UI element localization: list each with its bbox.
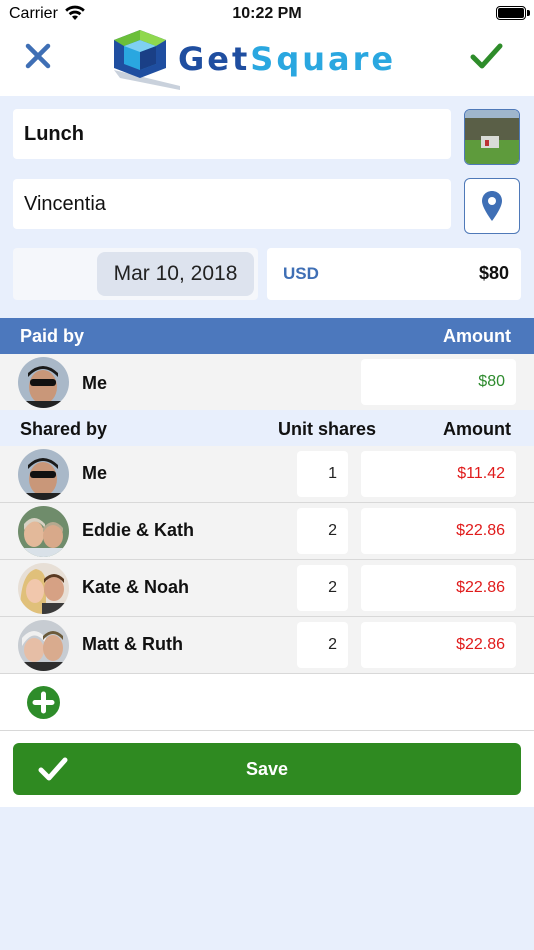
person-name: Eddie & Kath bbox=[82, 520, 195, 540]
unit-shares-field[interactable]: 2 bbox=[297, 508, 348, 554]
avatar bbox=[18, 506, 69, 557]
total-amount-field[interactable]: USD $80 bbox=[267, 248, 521, 300]
save-area: Save bbox=[0, 731, 534, 807]
person-name: Kate & Noah bbox=[82, 577, 190, 597]
unit-shares-field[interactable]: 1 bbox=[297, 451, 348, 497]
payer-row[interactable]: Me $80 bbox=[0, 354, 534, 410]
nav-bar: GetSquare bbox=[0, 28, 534, 96]
shared-list: Me 1 $11.42 Eddie & Kath 2 $22.86 Kate &… bbox=[0, 446, 534, 674]
paid-amount-header: Amount bbox=[443, 326, 511, 346]
battery-icon bbox=[496, 6, 526, 20]
payer-name: Me bbox=[82, 373, 108, 393]
share-amount-field[interactable]: $22.86 bbox=[361, 622, 516, 668]
expense-title-field[interactable]: Lunch bbox=[13, 109, 451, 159]
date-picker[interactable]: Mar 10, 2018 bbox=[13, 248, 258, 300]
list-item[interactable]: Me 1 $11.42 bbox=[0, 446, 534, 503]
avatar bbox=[18, 563, 69, 614]
close-icon[interactable] bbox=[20, 38, 56, 74]
shared-amount-header: Amount bbox=[443, 419, 511, 439]
location-button[interactable] bbox=[464, 178, 520, 234]
share-amount-field[interactable]: $11.42 bbox=[361, 451, 516, 497]
add-participant-row bbox=[0, 674, 534, 731]
clock: 10:22 PM bbox=[232, 5, 302, 22]
total-amount[interactable]: $80 bbox=[479, 263, 509, 284]
paid-by-header: Paid by Amount bbox=[0, 318, 534, 354]
unit-shares-field[interactable]: 2 bbox=[297, 622, 348, 668]
avatar bbox=[18, 620, 69, 671]
avatar bbox=[18, 449, 69, 500]
expense-form: Lunch Vincentia Mar 10, 2018 USD $80 bbox=[0, 96, 534, 318]
person-name: Me bbox=[82, 463, 108, 483]
paid-by-label: Paid by bbox=[20, 326, 85, 346]
person-name: Matt & Ruth bbox=[82, 634, 183, 654]
plus-icon bbox=[32, 691, 55, 714]
date-value[interactable]: Mar 10, 2018 bbox=[97, 252, 254, 296]
photo-image bbox=[465, 110, 519, 164]
avatar bbox=[18, 357, 69, 408]
status-bar: Carrier 10:22 PM bbox=[0, 0, 534, 28]
shared-by-header: Shared by Unit shares Amount bbox=[0, 410, 534, 446]
logo-cube-icon bbox=[114, 30, 180, 90]
save-button-label: Save bbox=[245, 759, 289, 779]
shared-by-label: Shared by bbox=[20, 419, 108, 439]
list-item[interactable]: Matt & Ruth 2 $22.86 bbox=[0, 617, 534, 674]
save-button[interactable]: Save bbox=[13, 743, 521, 795]
share-amount-field[interactable]: $22.86 bbox=[361, 508, 516, 554]
location-field[interactable]: Vincentia bbox=[13, 179, 451, 229]
logo-wordmark: GetSquare bbox=[178, 40, 397, 78]
unit-shares-field[interactable]: 2 bbox=[297, 565, 348, 611]
unit-shares-header: Unit shares bbox=[278, 419, 377, 439]
list-item[interactable]: Kate & Noah 2 $22.86 bbox=[0, 560, 534, 617]
map-pin-icon bbox=[482, 191, 502, 221]
checkmark-icon[interactable] bbox=[468, 38, 504, 74]
photo-thumbnail[interactable] bbox=[464, 109, 520, 165]
payer-amount-field[interactable]: $80 bbox=[361, 359, 516, 405]
list-item[interactable]: Eddie & Kath 2 $22.86 bbox=[0, 503, 534, 560]
add-participant-button[interactable] bbox=[27, 686, 60, 719]
app-logo: GetSquare bbox=[110, 28, 410, 94]
share-amount-field[interactable]: $22.86 bbox=[361, 565, 516, 611]
currency-code[interactable]: USD bbox=[283, 264, 319, 284]
